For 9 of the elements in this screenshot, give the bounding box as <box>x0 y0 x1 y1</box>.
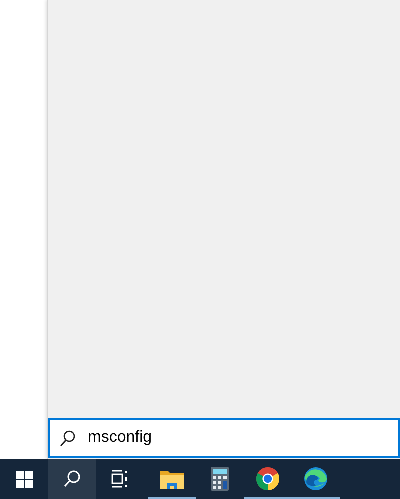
folder-icon <box>160 469 184 489</box>
taskbar-button[interactable] <box>48 459 96 499</box>
edge-icon <box>304 467 328 491</box>
search-field[interactable]: msconfig <box>48 418 400 458</box>
chrome-icon <box>256 467 280 491</box>
calculator-icon <box>211 467 229 491</box>
windows-logo-icon <box>16 470 32 488</box>
search-icon <box>64 470 80 488</box>
task-view-icon <box>111 470 129 488</box>
